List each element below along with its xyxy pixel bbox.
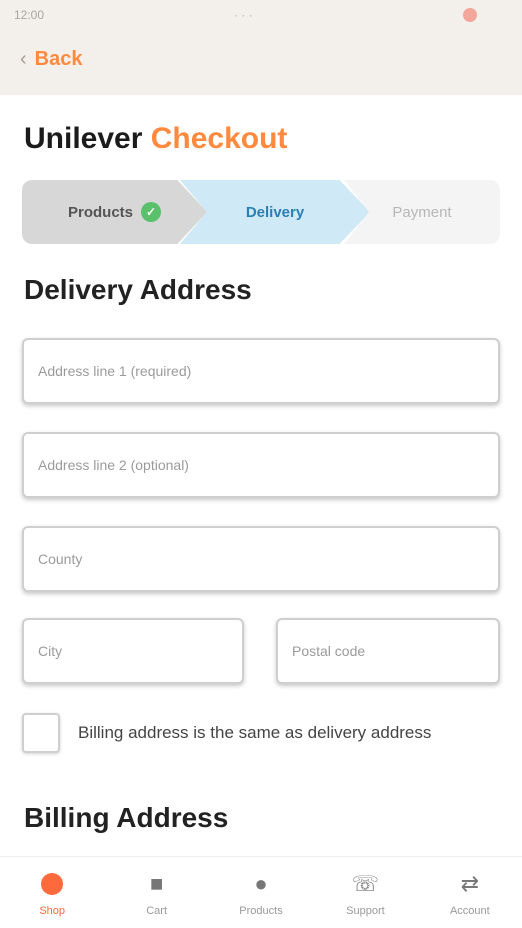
chevron-left-icon: ‹: [20, 48, 27, 70]
check-icon: ✓: [141, 202, 161, 222]
county-input[interactable]: [24, 528, 498, 590]
status-center: · · ·: [234, 8, 253, 22]
page-title: Unilever Checkout: [24, 122, 287, 156]
back-label: Back: [34, 47, 83, 70]
step-delivery[interactable]: Delivery: [180, 180, 370, 244]
shop-icon: [41, 873, 64, 895]
top-app-bar: 12:00 · · · ‹ Back: [0, 0, 522, 95]
cart-icon: ■: [149, 871, 164, 896]
postal-code-input[interactable]: [278, 620, 498, 682]
back-button[interactable]: ‹ Back: [20, 44, 82, 74]
page-title-checkout: Checkout: [150, 122, 288, 155]
products-icon: ●: [254, 871, 268, 896]
address-line1-field[interactable]: [22, 338, 500, 404]
tab-support[interactable]: ☏ Support: [313, 857, 417, 928]
tab-support-label: Support: [346, 905, 385, 917]
same-billing-row[interactable]: Billing address is the same as delivery …: [22, 708, 500, 758]
address-line2-input[interactable]: [24, 434, 498, 496]
tab-cart-label: Cart: [146, 905, 167, 917]
support-icon: ☏: [351, 871, 380, 896]
step-products[interactable]: Products ✓: [22, 180, 207, 244]
postal-code-field[interactable]: [276, 618, 500, 684]
tab-products[interactable]: ● Products: [209, 857, 313, 928]
same-billing-checkbox[interactable]: [22, 713, 60, 753]
status-bar: 12:00 · · ·: [0, 0, 522, 30]
notification-dot-icon: [463, 8, 477, 22]
tab-products-label: Products: [239, 905, 283, 917]
city-field[interactable]: [22, 618, 244, 684]
address-line2-field[interactable]: [22, 432, 500, 498]
address-line1-input[interactable]: [24, 340, 498, 402]
county-field[interactable]: [22, 526, 500, 592]
city-input[interactable]: [24, 620, 242, 682]
checkout-stepper: Products ✓ Delivery Payment: [22, 180, 500, 244]
page-title-brand: Unilever: [24, 122, 143, 155]
tab-cart[interactable]: ■ Cart: [104, 857, 208, 928]
tab-account-label: Account: [449, 905, 490, 917]
step-products-label: Products: [67, 203, 133, 221]
account-icon: ⇄: [460, 871, 480, 896]
status-time: 12:00: [14, 8, 45, 22]
step-payment-label: Payment: [392, 203, 452, 221]
step-delivery-label: Delivery: [245, 203, 305, 221]
tab-account[interactable]: ⇄ Account: [418, 857, 522, 928]
tab-shop[interactable]: Shop: [0, 857, 104, 928]
same-billing-label: Billing address is the same as delivery …: [78, 723, 432, 742]
bottom-navigation: Shop ■ Cart ● Products ☏ Support ⇄ Accou…: [0, 856, 522, 928]
tab-shop-label: Shop: [39, 905, 66, 917]
billing-heading: Billing Address: [24, 802, 229, 833]
delivery-heading: Delivery Address: [24, 274, 252, 305]
